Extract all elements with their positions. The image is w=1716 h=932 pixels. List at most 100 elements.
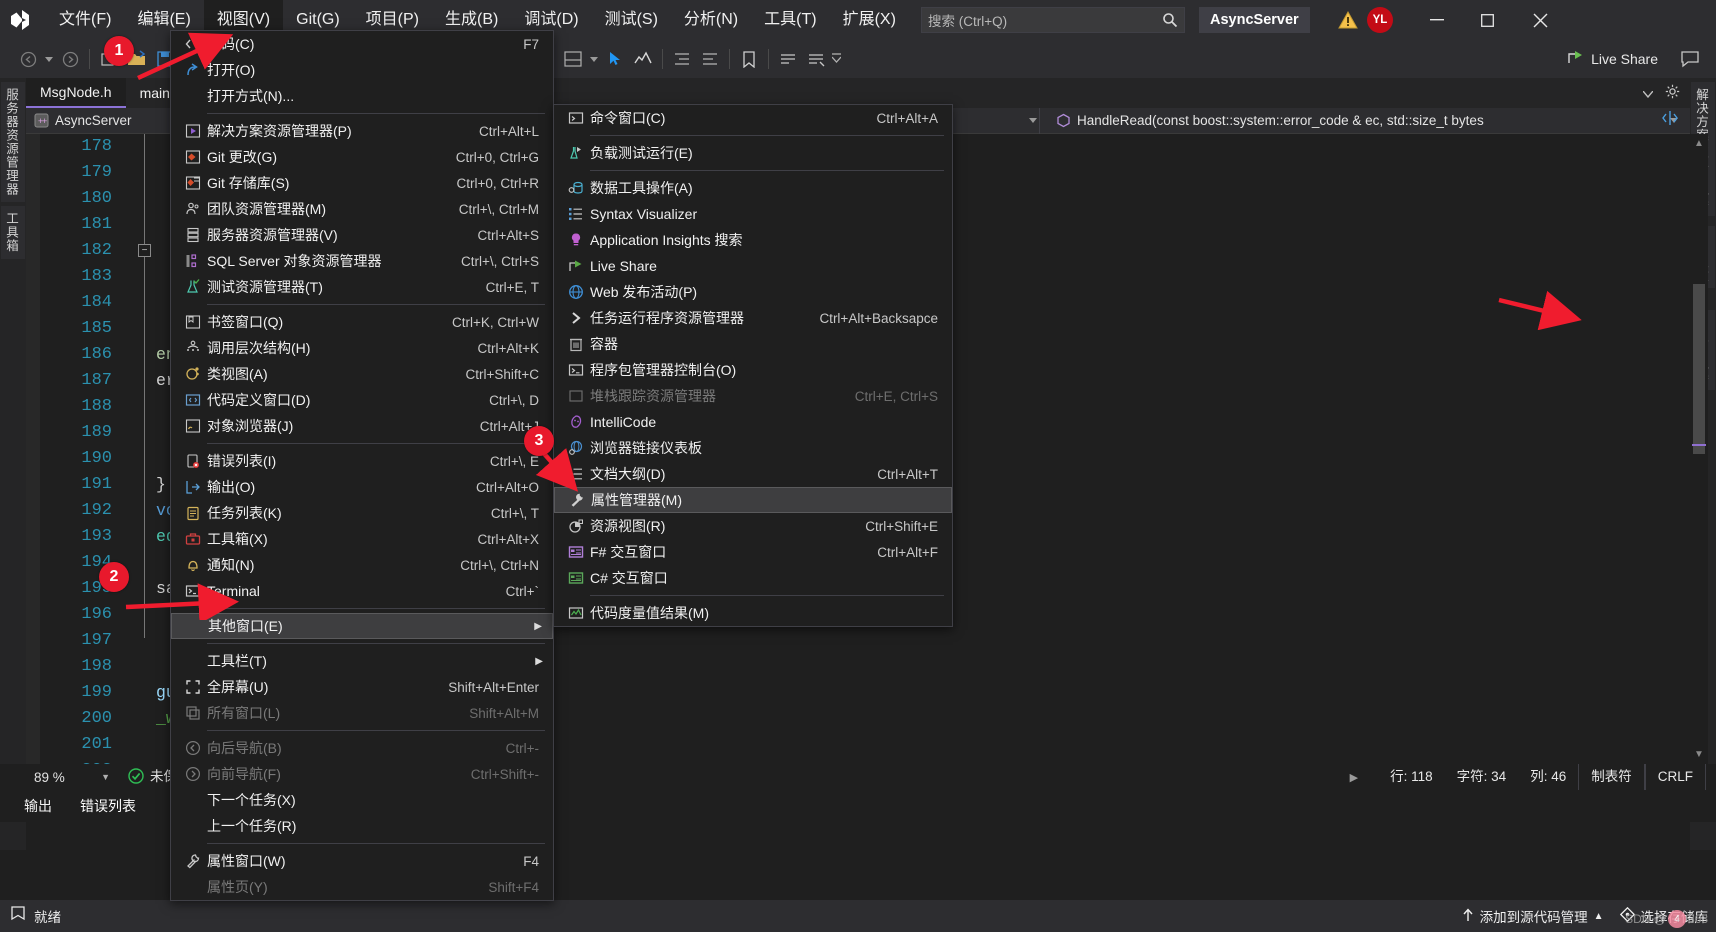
code-outlining-column[interactable]: − [130,134,156,764]
bottom-tab-output[interactable]: 输出 [10,790,66,822]
menu-item--n-[interactable]: 通知(N)Ctrl+\, Ctrl+N [171,552,553,578]
close-button[interactable] [1517,0,1563,40]
pointer-select-icon[interactable] [601,45,629,73]
menu-item--[interactable]: 任务运行程序资源管理器Ctrl+Alt+Backsapce [554,305,952,331]
menu-item--p-[interactable]: 解决方案资源管理器(P)Ctrl+Alt+L [171,118,553,144]
menu-item--r-[interactable]: 资源视图(R)Ctrl+Shift+E [554,513,952,539]
minimize-button[interactable] [1414,0,1460,40]
menu-item--q-[interactable]: 书签窗口(Q)Ctrl+K, Ctrl+W [171,309,553,335]
tab-indicator[interactable]: 制表符 [1578,764,1645,790]
menu-item-git-s-[interactable]: Git 存储库(S)Ctrl+0, Ctrl+R [171,170,553,196]
tab-list-dropdown-icon[interactable] [1643,85,1653,103]
menu-item--m-[interactable]: 属性管理器(M) [554,487,952,513]
menu-item--v-[interactable]: 服务器资源管理器(V)Ctrl+Alt+S [171,222,553,248]
add-to-source-control-button[interactable]: 添加到源代码管理 ▲ [1462,906,1604,926]
menu-item--c-[interactable]: 代码(C)F7 [171,31,553,57]
live-share-button[interactable]: Live Share [1567,49,1658,68]
menu-item--d-[interactable]: 文档大纲(D)Ctrl+Alt+T [554,461,952,487]
menu-item--e-[interactable]: 其他窗口(E)▶ [171,613,553,639]
other-windows-submenu[interactable]: 命令窗口(C)Ctrl+Alt+A 负载测试运行(E) 数据工具操作(A)Synta… [553,104,953,627]
menu-item--[interactable]: 浏览器链接仪表板 [554,435,952,461]
fold-marker[interactable]: − [138,244,151,257]
menu-item--d-[interactable]: 代码定义窗口(D)Ctrl+\, D [171,387,553,413]
feedback-icon[interactable] [1680,50,1700,73]
split-editor-icon[interactable] [1662,110,1678,131]
menu-item--o-[interactable]: 输出(O)Ctrl+Alt+O [171,474,553,500]
warning-icon[interactable] [1337,9,1359,31]
menu-test[interactable]: 测试(S) [592,0,671,40]
add-to-source-control-caret-icon[interactable]: ▲ [1594,911,1604,922]
menu-item--e-[interactable]: 负载测试运行(E) [554,140,952,166]
menu-item--c-[interactable]: 命令窗口(C)Ctrl+Alt+A [554,105,952,131]
vertical-scroll-thumb[interactable] [1693,284,1705,454]
bookmark-icon[interactable] [735,45,763,73]
menu-item-c#-[interactable]: C# 交互窗口 [554,565,952,591]
menu-item--[interactable]: 容器 [554,331,952,357]
menu-item--x-[interactable]: 下一个任务(X) [171,787,553,813]
maximize-button[interactable] [1464,0,1510,40]
comment-lines-icon[interactable] [774,45,802,73]
menu-item--t-[interactable]: 测试资源管理器(T)Ctrl+E, T [171,274,553,300]
menu-item--r-[interactable]: 上一个任务(R) [171,813,553,839]
rail-tab-server-explorer[interactable]: 服务器资源管理器 [1,82,25,202]
menu-item--a-[interactable]: 数据工具操作(A) [554,175,952,201]
search-input[interactable]: 搜索 (Ctrl+Q) [921,7,1185,33]
properties-window-icon [179,853,207,869]
editor-vertical-scrollbar[interactable]: ▲ ▼ [1690,134,1708,764]
menu-extensions[interactable]: 扩展(X) [830,0,909,40]
menu-item--o-[interactable]: 打开(O) [171,57,553,83]
bottom-tab-error-list[interactable]: 错误列表 [66,790,150,822]
menu-item-f#-[interactable]: F# 交互窗口Ctrl+Alt+F [554,539,952,565]
menu-item--o-[interactable]: 程序包管理器控制台(O) [554,357,952,383]
menu-item--j-[interactable]: 对象浏览器(J)Ctrl+Alt+J [171,413,553,439]
status-expand-icon[interactable]: ▶ [1350,771,1378,784]
window-layout2-icon[interactable] [559,45,587,73]
breadcrumb-scope[interactable]: ++ AsyncServer [26,108,166,134]
solution-name-badge[interactable]: AsyncServer [1199,7,1310,33]
menu-tools[interactable]: 工具(T) [751,0,829,40]
fullscreen-icon [179,679,207,695]
menu-item-sql-server-[interactable]: SQL Server 对象资源管理器Ctrl+\, Ctrl+S [171,248,553,274]
indent-increase-icon[interactable] [696,45,724,73]
menu-item--m-[interactable]: 代码度量值结果(M) [554,600,952,626]
menu-item--a-[interactable]: 类视图(A)Ctrl+Shift+C [171,361,553,387]
diagnostics-icon[interactable] [629,45,657,73]
zoom-caret-icon[interactable]: ▼ [101,772,110,782]
menu-item--i-[interactable]: 错误列表(I)Ctrl+\, E [171,448,553,474]
menu-item--k-[interactable]: 任务列表(K)Ctrl+\, T [171,500,553,526]
editor-tab-0[interactable]: MsgNode.h [26,78,126,108]
breadcrumb-member[interactable]: HandleRead(const boost::system::error_co… [1048,108,1492,134]
line-number: 200 [40,706,112,732]
toolbar-overflow-icon[interactable] [830,45,844,73]
menu-item-web-p-[interactable]: Web 发布活动(P) [554,279,952,305]
breadcrumb-scope-caret-icon[interactable] [1029,115,1037,126]
menu-item-syntax-visualizer[interactable]: Syntax Visualizer [554,201,952,227]
tab-settings-gear-icon[interactable] [1665,84,1680,104]
menu-item--u-[interactable]: 全屏幕(U)Shift+Alt+Enter [171,674,553,700]
menu-item--w-[interactable]: 属性窗口(W)F4 [171,848,553,874]
menu-item--m-[interactable]: 团队资源管理器(M)Ctrl+\, Ctrl+M [171,196,553,222]
eol-indicator[interactable]: CRLF [1645,764,1706,790]
bookmark-window-icon [179,314,207,330]
menu-file[interactable]: 文件(F) [46,0,124,40]
navigate-back-dropdown-icon[interactable] [42,45,56,73]
menu-item-application-insights-[interactable]: Application Insights 搜索 [554,227,952,253]
layout-dropdown-icon[interactable] [587,45,601,73]
indent-decrease-icon[interactable] [668,45,696,73]
menu-item--h-[interactable]: 调用层次结构(H)Ctrl+Alt+K [171,335,553,361]
menu-item-git-g-[interactable]: Git 更改(G)Ctrl+0, Ctrl+G [171,144,553,170]
menu-item--t-[interactable]: 工具栏(T)▶ [171,648,553,674]
menu-analyze[interactable]: 分析(N) [671,0,751,40]
view-dropdown-menu[interactable]: 代码(C)F7打开(O)打开方式(N)... 解决方案资源管理器(P)Ctrl+A… [170,30,554,901]
navigate-back-icon[interactable] [14,45,42,73]
uncomment-lines-icon[interactable] [802,45,830,73]
rail-tab-toolbox[interactable]: 工具箱 [1,206,25,259]
zoom-level-control[interactable]: 89 % ▼ [26,764,118,790]
menu-item--x-[interactable]: 工具箱(X)Ctrl+Alt+X [171,526,553,552]
menu-item-live-share[interactable]: Live Share [554,253,952,279]
avatar[interactable]: YL [1367,7,1393,33]
menu-item--n-[interactable]: 打开方式(N)... [171,83,553,109]
menu-item-terminal[interactable]: TerminalCtrl+` [171,578,553,604]
navigate-forward-icon[interactable] [56,45,84,73]
menu-item-intellicode[interactable]: IntelliCode [554,409,952,435]
